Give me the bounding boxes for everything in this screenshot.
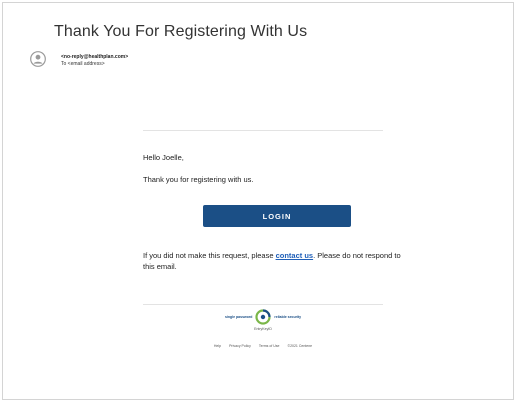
footer-link-help[interactable]: Help [214,344,221,348]
recipient-line: To <email address> [61,61,105,67]
brand-name: EntryKeyID [254,327,272,331]
disclaimer-text: If you did not make this request, please… [143,250,405,272]
greeting-text: Hello Joelle, [143,153,184,162]
logo-tagline-right: reliable security [274,315,302,319]
footer-link-privacy[interactable]: Privacy Policy [229,344,251,348]
thanks-text: Thank you for registering with us. [143,175,254,184]
footer-link-terms[interactable]: Terms of Use [259,344,280,348]
email-subject: Thank You For Registering With Us [54,23,308,40]
sender-address: <no-reply@healthplan.com> [61,54,129,60]
footer-copyright: ©2021 Centene [287,344,313,348]
footer-links: Help Privacy Policy Terms of Use ©2021 C… [143,344,383,348]
bottom-divider [143,304,383,305]
email-window: Thank You For Registering With Us <no-re… [2,2,514,400]
top-divider [143,130,383,131]
entrykeyid-logo-icon [255,309,271,325]
login-button[interactable]: LOGIN [203,205,351,227]
logo-tagline-left: single password [224,315,253,319]
brand-logo: single password reliable security [143,309,383,325]
avatar-icon [30,51,46,67]
contact-us-link[interactable]: contact us [276,251,314,260]
disclaimer-before: If you did not make this request, please [143,251,276,260]
